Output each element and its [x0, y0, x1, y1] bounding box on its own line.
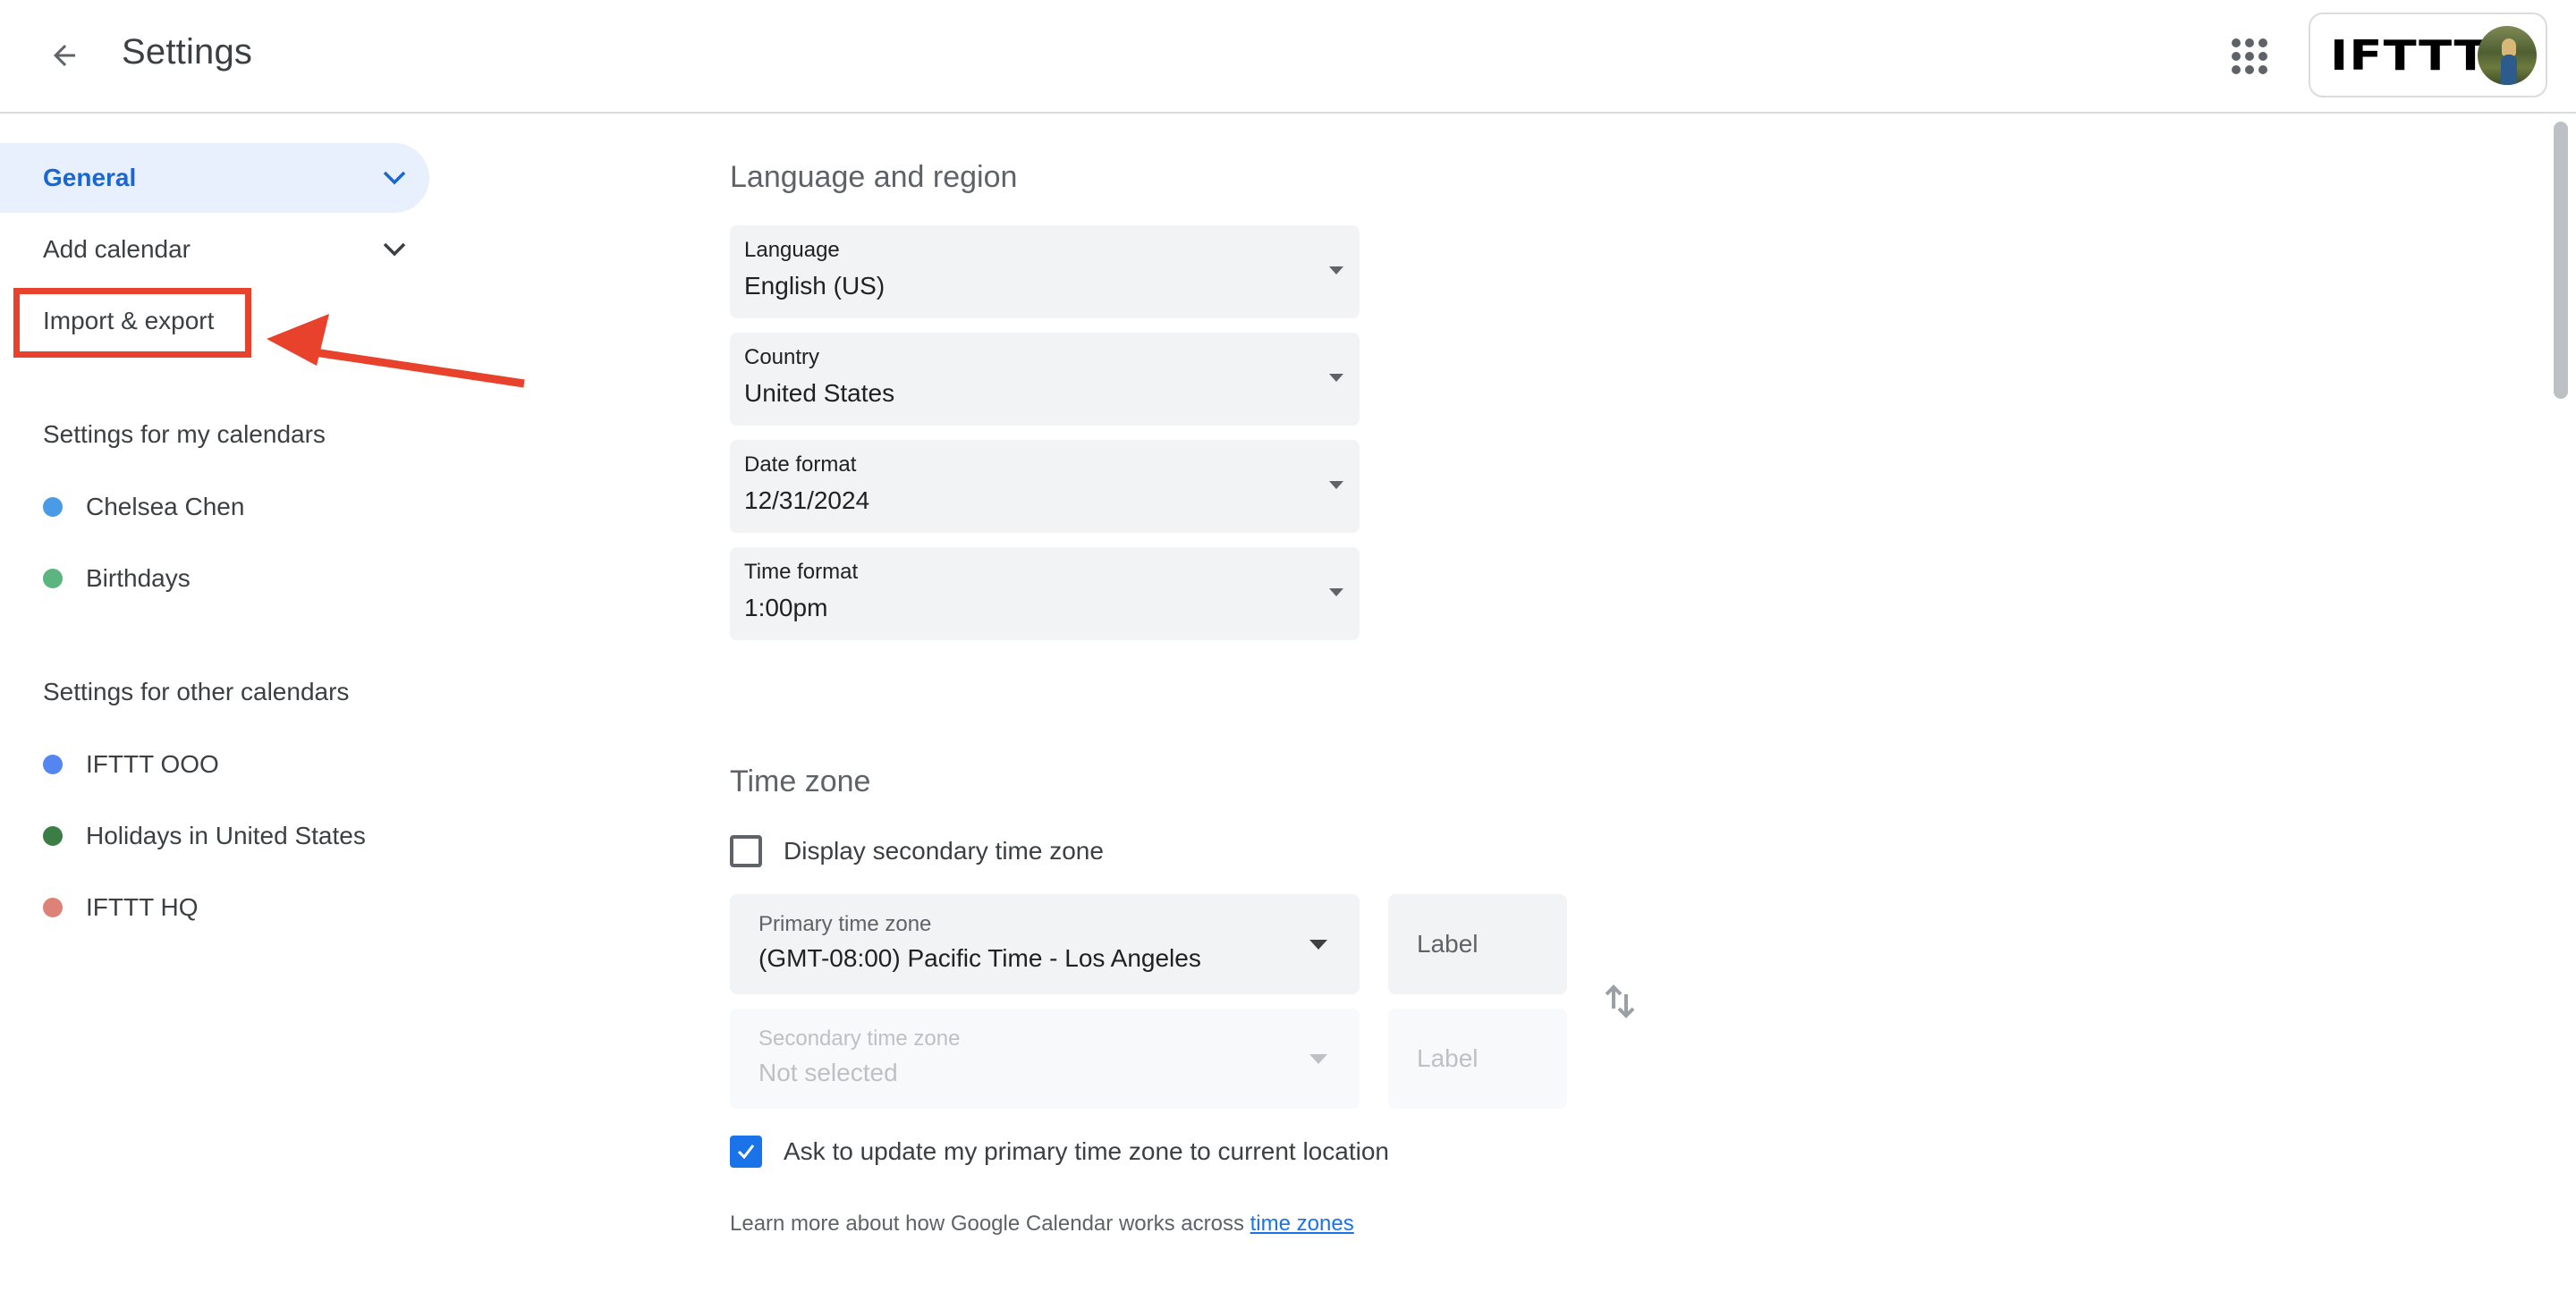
ifttt-logo: IFTTT [2330, 30, 2488, 80]
calendar-color-dot [43, 497, 63, 517]
field-label: Time format [744, 560, 859, 584]
swap-timezones-button[interactable] [1596, 976, 1646, 1026]
calendar-item-chelsea-chen[interactable]: Chelsea Chen [0, 476, 429, 538]
calendar-item-label: IFTTT OOO [86, 750, 219, 778]
secondary-timezone-label-input[interactable] [1388, 1009, 1567, 1109]
primary-timezone-select[interactable]: Primary time zone (GMT-08:00) Pacific Ti… [730, 894, 1360, 994]
dropdown-arrow-icon [1309, 940, 1327, 950]
scrollbar-thumb[interactable] [2554, 122, 2568, 399]
field-label: Date format [744, 452, 857, 477]
chevron-down-icon [383, 242, 406, 257]
checkbox-label: Display secondary time zone [784, 837, 1104, 865]
field-value: 12/31/2024 [744, 486, 870, 514]
swap-vertical-icon [1605, 984, 1635, 1018]
calendar-item-ifttt-hq[interactable]: IFTTT HQ [0, 876, 429, 939]
apps-grid-icon [2232, 38, 2267, 74]
field-value: Not selected [758, 1059, 898, 1086]
sidebar-item-import-export[interactable]: Import & export [0, 286, 429, 356]
field-label: Country [744, 345, 820, 369]
calendar-color-dot [43, 898, 63, 917]
calendar-item-birthdays[interactable]: Birthdays [0, 547, 429, 610]
field-value: (GMT-08:00) Pacific Time - Los Angeles [758, 944, 1201, 972]
top-bar: Settings IFTTT [0, 0, 2576, 114]
dropdown-arrow-icon [1329, 374, 1343, 382]
checkbox-checked-icon[interactable] [730, 1136, 762, 1168]
field-value: 1:00pm [744, 594, 828, 621]
calendar-color-dot [43, 755, 63, 774]
field-value: United States [744, 379, 895, 407]
account-switcher[interactable]: IFTTT [2309, 13, 2547, 97]
calendar-color-dot [43, 569, 63, 588]
field-label: Primary time zone [758, 912, 932, 936]
checkbox-unchecked-icon[interactable] [730, 835, 762, 867]
back-button[interactable] [36, 29, 93, 82]
time-zone-heading: Time zone [730, 764, 871, 798]
dropdown-arrow-icon [1329, 481, 1343, 489]
country-select[interactable]: Country United States [730, 333, 1360, 426]
timezone-help-text: Learn more about how Google Calendar wor… [730, 1212, 1354, 1237]
page-title: Settings [122, 32, 253, 72]
sidebar-item-add-calendar[interactable]: Add calendar [0, 215, 429, 284]
secondary-timezone-select[interactable]: Secondary time zone Not selected [730, 1009, 1360, 1109]
help-text-body: Learn more about how Google Calendar wor… [730, 1212, 1250, 1236]
scrollbar[interactable] [2549, 114, 2576, 1309]
settings-main: Language and region Language English (US… [730, 114, 2483, 1309]
calendar-item-holidays-us[interactable]: Holidays in United States [0, 805, 429, 867]
arrow-back-icon [54, 45, 75, 66]
avatar[interactable] [2478, 26, 2537, 85]
dropdown-arrow-icon [1329, 588, 1343, 596]
settings-sidebar: General Add calendar Import & export Set… [0, 114, 525, 1309]
dropdown-arrow-icon [1329, 266, 1343, 274]
sidebar-item-label: Import & export [43, 307, 215, 334]
field-label: Language [744, 238, 840, 262]
language-region-heading: Language and region [730, 160, 1018, 194]
field-label: Secondary time zone [758, 1026, 961, 1051]
sidebar-item-general[interactable]: General [0, 143, 429, 213]
other-calendars-heading: Settings for other calendars [43, 678, 350, 705]
primary-timezone-label-input[interactable] [1388, 894, 1567, 994]
calendar-item-label: Chelsea Chen [86, 493, 245, 520]
time-format-select[interactable]: Time format 1:00pm [730, 547, 1360, 640]
field-value: English (US) [744, 272, 886, 300]
google-apps-button[interactable] [2218, 25, 2281, 88]
calendar-item-label: Holidays in United States [86, 822, 366, 849]
dropdown-arrow-icon [1309, 1054, 1327, 1064]
calendar-color-dot [43, 826, 63, 846]
calendar-item-label: IFTTT HQ [86, 893, 199, 921]
language-select[interactable]: Language English (US) [730, 225, 1360, 318]
calendar-item-label: Birthdays [86, 564, 191, 592]
my-calendars-heading: Settings for my calendars [43, 420, 326, 448]
sidebar-item-label: General [43, 164, 137, 191]
checkbox-label: Ask to update my primary time zone to cu… [784, 1137, 1389, 1165]
time-zones-link[interactable]: time zones [1250, 1212, 1354, 1236]
chevron-down-icon [383, 171, 406, 185]
sidebar-item-label: Add calendar [43, 235, 191, 263]
calendar-item-ifttt-ooo[interactable]: IFTTT OOO [0, 733, 429, 796]
date-format-select[interactable]: Date format 12/31/2024 [730, 440, 1360, 533]
ask-update-timezone-checkbox[interactable]: Ask to update my primary time zone to cu… [730, 1134, 1389, 1170]
display-secondary-tz-checkbox[interactable]: Display secondary time zone [730, 833, 1104, 869]
